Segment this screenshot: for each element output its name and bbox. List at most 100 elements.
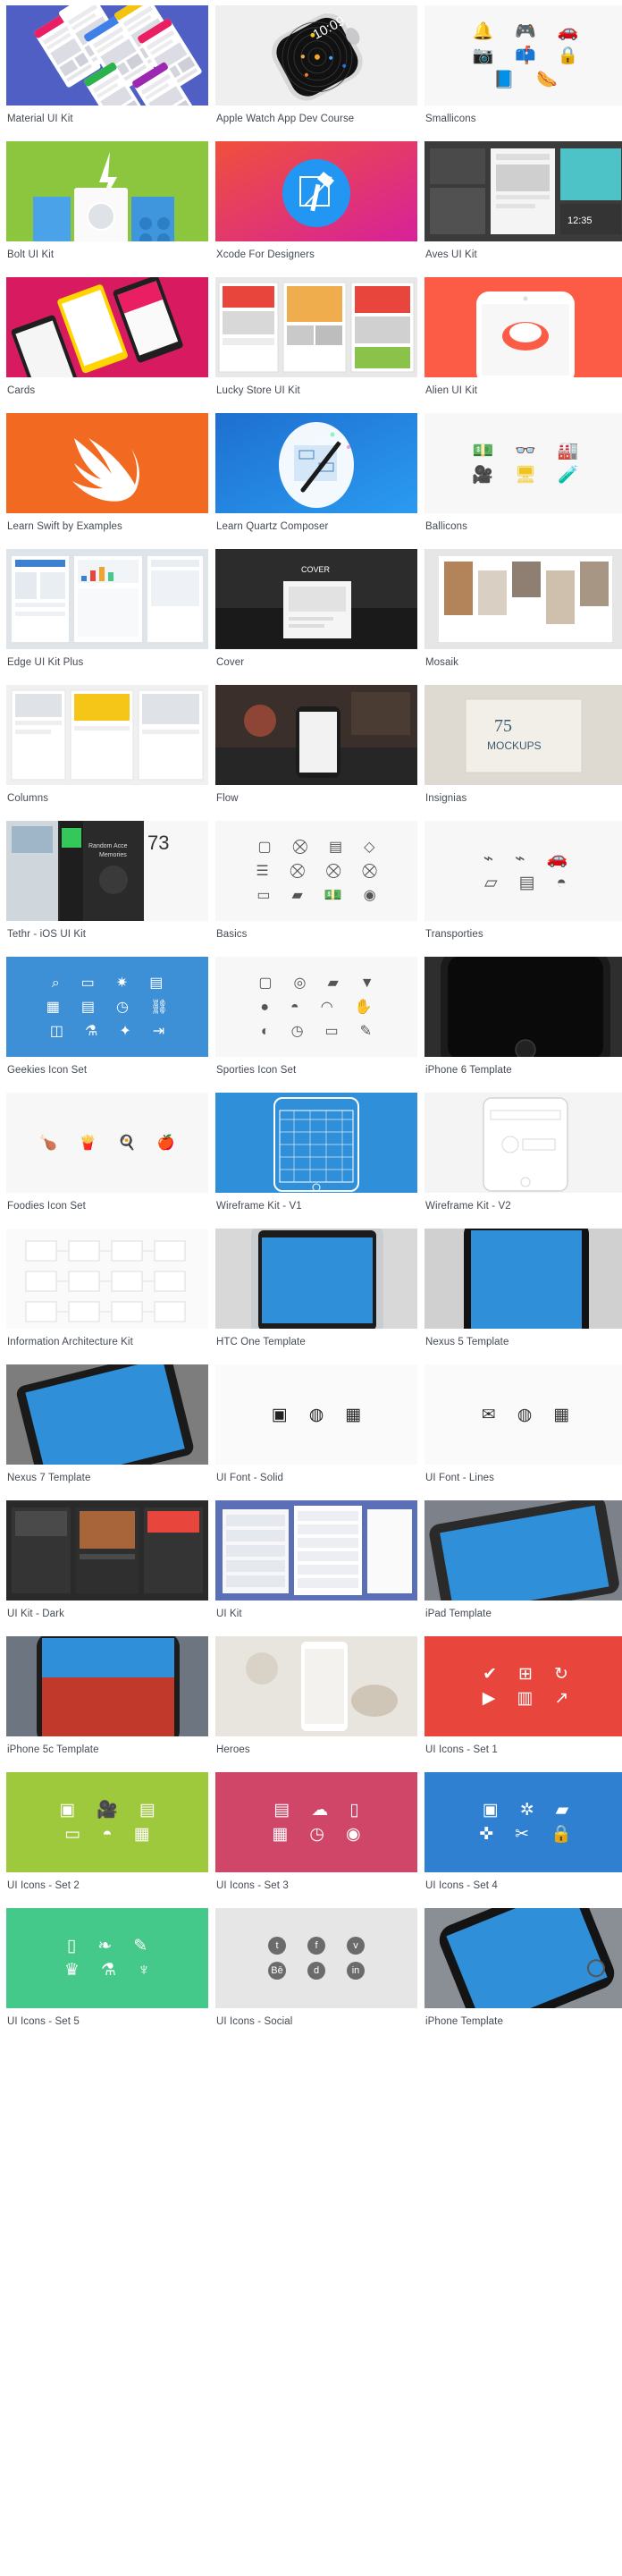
gallery-item[interactable]: Xcode For Designers [215,141,417,267]
gallery-item[interactable]: ✉ ◍ ▦ UI Font - Lines [424,1364,622,1491]
item-label[interactable]: UI Icons - Social [215,2008,417,2034]
item-label[interactable]: Flow [215,785,417,811]
item-thumbnail[interactable]: ✔ ⊞ ↻ ▶ ▥ ↗ [424,1636,622,1736]
item-thumbnail[interactable] [424,277,622,377]
item-label[interactable]: Heroes [215,1736,417,1762]
item-thumbnail[interactable]: ▢ ⛒ ▤ ◇ ☰ ⛒ ⛒ ⛒ ▭ ▰ 💵 ◉ [215,821,417,921]
item-thumbnail[interactable]: Random Acce Memories 73 [6,821,208,921]
item-thumbnail[interactable]: 🔔 🎮 🚗 📷 📫 🔒 📘 🌭 [424,5,622,106]
gallery-item[interactable]: 75 MOCKUPS Insignias [424,685,622,811]
item-thumbnail[interactable] [215,685,417,785]
item-label[interactable]: iPad Template [424,1600,622,1626]
item-label[interactable]: Lucky Store UI Kit [215,377,417,403]
item-label[interactable]: Mosaik [424,649,622,675]
item-label[interactable]: UI Font - Lines [424,1465,622,1491]
item-thumbnail[interactable] [424,1908,622,2008]
item-label[interactable]: UI Font - Solid [215,1465,417,1491]
gallery-item[interactable]: Alien UI Kit [424,277,622,403]
gallery-item[interactable]: HTC One Template [215,1229,417,1355]
gallery-item[interactable]: Learn Swift by Examples [6,413,208,539]
item-thumbnail[interactable] [215,141,417,241]
item-label[interactable]: iPhone 5c Template [6,1736,208,1762]
gallery-item[interactable]: ▤ ☁ ▯ ▦ ◷ ◉ UI Icons - Set 3 [215,1772,417,1898]
gallery-item[interactable]: Random Acce Memories 73 Tethr - iOS UI K… [6,821,208,947]
gallery-item[interactable]: Wireframe Kit - V1 [215,1093,417,1219]
item-thumbnail[interactable] [424,1500,622,1600]
item-label[interactable]: Geekies Icon Set [6,1057,208,1083]
gallery-item[interactable]: ⌁ ⌁ 🚗 ▱ ▤ ◓ Transporties [424,821,622,947]
gallery-item[interactable]: Edge UI Kit Plus [6,549,208,675]
gallery-item[interactable]: COVER Cover [215,549,417,675]
item-label[interactable]: Insignias [424,785,622,811]
item-thumbnail[interactable] [215,413,417,513]
gallery-item[interactable]: iPhone 5c Template [6,1636,208,1762]
item-label[interactable]: UI Icons - Set 3 [215,1872,417,1898]
item-label[interactable]: UI Kit - Dark [6,1600,208,1626]
gallery-item[interactable]: ⌕ ▭ ✷ ▤ ▦ ▤ ◷ ⛓ ◫ ⚗ ✦ ⇥ Geekies Icon Set [6,957,208,1083]
item-thumbnail[interactable] [6,5,208,106]
gallery-item[interactable]: 12:35 Aves UI Kit [424,141,622,267]
gallery-item[interactable]: 10:09 Apple Watch App Dev Course [215,5,417,131]
gallery-item[interactable]: iPad Template [424,1500,622,1626]
item-thumbnail[interactable] [424,1093,622,1193]
item-thumbnail[interactable] [6,413,208,513]
item-label[interactable]: iPhone 6 Template [424,1057,622,1083]
gallery-item[interactable]: ✔ ⊞ ↻ ▶ ▥ ↗ UI Icons - Set 1 [424,1636,622,1762]
item-thumbnail[interactable] [6,1229,208,1329]
item-thumbnail[interactable] [6,1636,208,1736]
gallery-item[interactable]: Wireframe Kit - V2 [424,1093,622,1219]
item-thumbnail[interactable]: ⌁ ⌁ 🚗 ▱ ▤ ◓ [424,821,622,921]
item-thumbnail[interactable]: ▣ ◍ ▦ [215,1364,417,1465]
gallery-item[interactable]: Lucky Store UI Kit [215,277,417,403]
item-label[interactable]: Learn Swift by Examples [6,513,208,539]
item-label[interactable]: Columns [6,785,208,811]
item-thumbnail[interactable] [6,1500,208,1600]
item-thumbnail[interactable]: 75 MOCKUPS [424,685,622,785]
item-thumbnail[interactable]: ▯ ❧ ✎ ♛ ⚗ ♆ [6,1908,208,2008]
gallery-item[interactable]: ▣ ✲ ▰ ✜ ✂ 🔒 UI Icons - Set 4 [424,1772,622,1898]
item-thumbnail[interactable] [424,1229,622,1329]
item-label[interactable]: Smallicons [424,106,622,131]
item-label[interactable]: Learn Quartz Composer [215,513,417,539]
item-label[interactable]: Nexus 7 Template [6,1465,208,1491]
gallery-item[interactable]: UI Kit [215,1500,417,1626]
item-label[interactable]: Wireframe Kit - V1 [215,1193,417,1219]
item-thumbnail[interactable]: ✉ ◍ ▦ [424,1364,622,1465]
item-thumbnail[interactable]: 12:35 [424,141,622,241]
item-label[interactable]: Aves UI Kit [424,241,622,267]
item-thumbnail[interactable]: ▤ ☁ ▯ ▦ ◷ ◉ [215,1772,417,1872]
item-thumbnail[interactable] [215,1500,417,1600]
item-label[interactable]: Foodies Icon Set [6,1193,208,1219]
gallery-item[interactable]: ▣ ◍ ▦ UI Font - Solid [215,1364,417,1491]
item-label[interactable]: Information Architecture Kit [6,1329,208,1355]
gallery-item[interactable]: 🔔 🎮 🚗 📷 📫 🔒 📘 🌭 Smallicons [424,5,622,131]
item-label[interactable]: UI Icons - Set 1 [424,1736,622,1762]
item-label[interactable]: Sporties Icon Set [215,1057,417,1083]
item-thumbnail[interactable] [215,277,417,377]
item-thumbnail[interactable] [424,549,622,649]
item-thumbnail[interactable] [6,549,208,649]
item-thumbnail[interactable] [6,141,208,241]
item-label[interactable]: Nexus 5 Template [424,1329,622,1355]
gallery-item[interactable]: Material UI Kit [6,5,208,131]
item-thumbnail[interactable]: 💵 👓 🏭 🎥 🖥 🧪 [424,413,622,513]
gallery-item[interactable]: Information Architecture Kit [6,1229,208,1355]
item-label[interactable]: Material UI Kit [6,106,208,131]
gallery-item[interactable]: Columns [6,685,208,811]
item-thumbnail[interactable]: COVER [215,549,417,649]
item-thumbnail[interactable]: ▣ 🎥 ▤ ▭ ◓ ▦ [6,1772,208,1872]
item-label[interactable]: UI Kit [215,1600,417,1626]
item-label[interactable]: Xcode For Designers [215,241,417,267]
gallery-item[interactable]: t f v Bē d in UI Icons - Social [215,1908,417,2034]
item-thumbnail[interactable]: 10:09 [215,5,417,106]
gallery-item[interactable]: ▢ ⛒ ▤ ◇ ☰ ⛒ ⛒ ⛒ ▭ ▰ 💵 ◉ Basics [215,821,417,947]
item-thumbnail[interactable]: ⌕ ▭ ✷ ▤ ▦ ▤ ◷ ⛓ ◫ ⚗ ✦ ⇥ [6,957,208,1057]
item-thumbnail[interactable] [215,1636,417,1736]
item-thumbnail[interactable] [6,1364,208,1465]
item-thumbnail[interactable] [6,277,208,377]
item-label[interactable]: UI Icons - Set 4 [424,1872,622,1898]
item-thumbnail[interactable]: ▣ ✲ ▰ ✜ ✂ 🔒 [424,1772,622,1872]
item-label[interactable]: Transporties [424,921,622,947]
gallery-item[interactable]: 💵 👓 🏭 🎥 🖥 🧪 Ballicons [424,413,622,539]
item-label[interactable]: Cards [6,377,208,403]
